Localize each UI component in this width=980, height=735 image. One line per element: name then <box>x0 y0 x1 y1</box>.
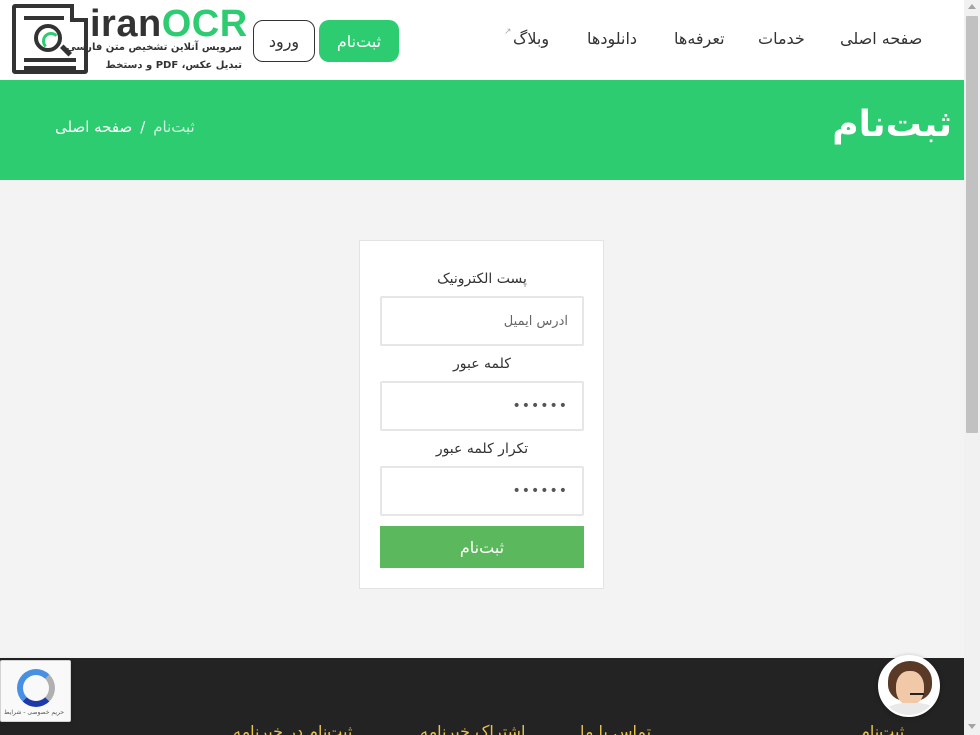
vertical-scrollbar[interactable] <box>964 0 980 735</box>
breadcrumb-current: ثبت‌نام <box>153 118 195 136</box>
external-link-icon: ↗ <box>504 27 512 37</box>
login-button[interactable]: ورود <box>253 20 315 62</box>
breadcrumb-home[interactable]: صفحه اصلی <box>55 118 132 136</box>
password-repeat-label: تکرار کلمه عبور <box>435 441 529 457</box>
page-title: ثبت‌نام <box>832 104 952 145</box>
nav-blog[interactable]: وبلاگ <box>513 29 549 48</box>
password-label: کلمه عبور <box>453 356 511 372</box>
scroll-up-arrow-icon[interactable] <box>968 4 976 9</box>
document-magnifier-icon <box>12 4 88 74</box>
footer-heading: اشتراک خبرنامه <box>420 722 526 735</box>
scroll-down-arrow-icon[interactable] <box>968 724 976 729</box>
site-header: iranOCR سرویس آنلاین تشخیص متن فارسی تبد… <box>0 0 964 80</box>
site-logo[interactable]: iranOCR سرویس آنلاین تشخیص متن فارسی تبد… <box>10 4 247 76</box>
password-repeat-field[interactable] <box>380 466 584 516</box>
signup-submit-button[interactable]: ثبت‌نام <box>380 526 584 568</box>
footer-heading: ثبت‌نام در خبرنامه <box>233 722 353 735</box>
email-label: پست الکترونیک <box>437 271 527 287</box>
footer-heading: ثبت‌نام <box>860 722 905 735</box>
email-field[interactable] <box>380 296 584 346</box>
site-footer: ثبت‌نام در خبرنامه اشتراک خبرنامه تماس ب… <box>0 658 964 735</box>
logo-tagline-line2: تبدیل عکس، PDF و دستخط <box>105 60 242 71</box>
logo-wordmark: iranOCR <box>90 3 248 45</box>
nav-downloads[interactable]: دانلودها <box>587 29 637 48</box>
footer-heading: تماس با ما <box>580 722 652 735</box>
support-chat-avatar[interactable] <box>878 655 940 717</box>
recaptcha-badge[interactable]: حریم خصوصی - شرایط <box>0 660 71 722</box>
nav-services[interactable]: خدمات <box>758 29 805 48</box>
signup-button[interactable]: ثبت‌نام <box>319 20 399 62</box>
scrollbar-thumb[interactable] <box>966 16 978 433</box>
password-field[interactable] <box>380 381 584 431</box>
breadcrumb: صفحه اصلی / ثبت‌نام <box>55 118 195 136</box>
logo-tagline-line1: سرویس آنلاین تشخیص متن فارسی <box>66 42 242 53</box>
breadcrumb-separator: / <box>140 118 146 136</box>
page-banner: ثبت‌نام صفحه اصلی / ثبت‌نام <box>0 80 964 180</box>
nav-home[interactable]: صفحه اصلی <box>840 29 922 48</box>
recaptcha-privacy-text[interactable]: حریم خصوصی - شرایط <box>4 709 64 716</box>
recaptcha-icon <box>17 669 55 707</box>
signup-form-card: پست الکترونیک کلمه عبور تکرار کلمه عبور … <box>359 240 604 589</box>
nav-prices[interactable]: تعرفه‌ها <box>674 29 725 48</box>
